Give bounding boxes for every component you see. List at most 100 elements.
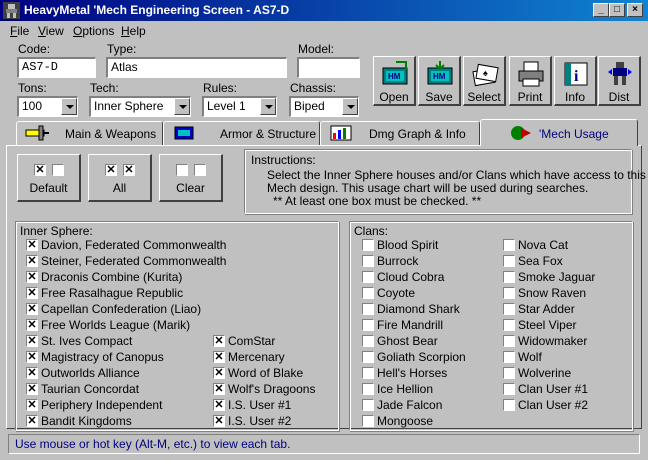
tab-main-weapons-label: Main & Weapons [65, 127, 157, 141]
tech-label: Tech: [90, 81, 119, 95]
checkbox[interactable] [362, 383, 374, 395]
info-button[interactable]: i Info [554, 56, 597, 106]
checkbox[interactable] [362, 271, 374, 283]
menu-options[interactable]: Options [73, 24, 114, 38]
checkbox[interactable] [362, 319, 374, 331]
default-button[interactable]: ✕ Default [17, 154, 81, 202]
checkbox[interactable] [362, 287, 374, 299]
checkbox-label: Taurian Concordat [41, 382, 140, 396]
chevron-down-icon[interactable] [260, 98, 276, 115]
tab-armor-structure-label: Armor & Structure [220, 127, 317, 141]
checkbox[interactable] [503, 255, 515, 267]
checkbox[interactable] [503, 351, 515, 363]
model-field[interactable] [297, 57, 360, 78]
checkbox-label: Jade Falcon [377, 398, 443, 412]
checkbox-icon [194, 164, 206, 176]
checkbox[interactable] [362, 351, 374, 363]
checkbox[interactable]: ✕ [26, 271, 38, 283]
checkbox[interactable] [362, 239, 374, 251]
checkbox[interactable]: ✕ [26, 303, 38, 315]
checkbox[interactable] [362, 335, 374, 347]
checkbox[interactable]: ✕ [26, 351, 38, 363]
rules-select[interactable]: Level 1 [202, 96, 277, 117]
checkbox[interactable]: ✕ [26, 239, 38, 251]
chassis-select[interactable]: Biped [289, 96, 359, 117]
open-button[interactable]: HM Open [373, 56, 416, 106]
menu-view[interactable]: View [38, 24, 64, 38]
minimize-button[interactable]: _ [593, 3, 609, 17]
instructions-line-1: Select the Inner Sphere houses and/or Cl… [267, 168, 646, 182]
checkbox[interactable]: ✕ [26, 367, 38, 379]
checkbox[interactable] [503, 287, 515, 299]
tech-select[interactable]: Inner Sphere [89, 96, 191, 117]
tab-mech-usage[interactable]: 'Mech Usage [480, 119, 638, 146]
close-button[interactable]: × [627, 3, 643, 17]
tab-main-weapons[interactable]: Main & Weapons [16, 121, 163, 145]
instructions-box: Instructions: Select the Inner Sphere ho… [244, 149, 646, 214]
title-bar[interactable]: HeavyMetal 'Mech Engineering Screen - AS… [0, 0, 648, 21]
checkbox[interactable]: ✕ [213, 367, 225, 379]
svg-text:♠: ♠ [483, 68, 488, 78]
status-bar: Use mouse or hot key (Alt-M, etc.) to vi… [8, 434, 640, 454]
instructions-heading: Instructions: [251, 153, 316, 167]
checkbox-label: Davion, Federated Commonwealth [41, 238, 227, 252]
checkbox[interactable] [503, 271, 515, 283]
checkbox[interactable] [362, 367, 374, 379]
checkbox[interactable]: ✕ [26, 335, 38, 347]
checkbox-label: Smoke Jaguar [518, 270, 596, 284]
checkbox[interactable] [362, 399, 374, 411]
checkbox[interactable] [503, 383, 515, 395]
code-field[interactable]: AS7-D [17, 57, 96, 78]
checkbox[interactable] [503, 335, 515, 347]
tab-armor-structure[interactable]: Armor & Structure [163, 121, 320, 145]
clans-heading: Clans: [354, 224, 389, 238]
checkbox[interactable] [503, 399, 515, 411]
chevron-down-icon[interactable] [174, 98, 190, 115]
checkbox[interactable] [362, 303, 374, 315]
checkbox[interactable] [362, 415, 374, 427]
checkbox[interactable]: ✕ [26, 383, 38, 395]
chevron-down-icon[interactable] [61, 98, 77, 115]
save-label: Save [425, 90, 453, 104]
printer-icon [518, 61, 544, 87]
checkbox[interactable] [362, 255, 374, 267]
clear-button[interactable]: Clear [159, 154, 223, 202]
checkbox-label: Steiner, Federated Commonwealth [41, 254, 227, 268]
type-field[interactable]: Atlas [106, 57, 287, 78]
save-button[interactable]: HM Save [418, 56, 461, 106]
checkbox-label: Magistracy of Canopus [41, 350, 164, 364]
clear-label: Clear [176, 181, 205, 195]
checkbox[interactable]: ✕ [26, 415, 38, 427]
checkbox[interactable]: ✕ [213, 399, 225, 411]
checkbox[interactable]: ✕ [26, 399, 38, 411]
checkbox[interactable]: ✕ [26, 319, 38, 331]
checkbox[interactable]: ✕ [213, 351, 225, 363]
checkbox-label: Clan User #2 [518, 398, 589, 412]
print-button[interactable]: Print [509, 56, 552, 106]
menu-help[interactable]: Help [121, 24, 146, 38]
checkbox[interactable]: ✕ [213, 383, 225, 395]
checkbox[interactable]: ✕ [26, 287, 38, 299]
checkbox[interactable] [503, 319, 515, 331]
menu-file[interactable]: File [10, 24, 29, 38]
tab-dmg-graph-label: Dmg Graph & Info [369, 127, 466, 141]
checkbox-label: Sea Fox [518, 254, 563, 268]
checkbox[interactable]: ✕ [26, 255, 38, 267]
code-label: Code: [18, 42, 51, 56]
chevron-down-icon[interactable] [342, 98, 358, 115]
checkbox[interactable] [503, 303, 515, 315]
checkbox-label: Goliath Scorpion [377, 350, 466, 364]
select-button[interactable]: ♠ Select [463, 56, 506, 106]
checkbox[interactable]: ✕ [213, 415, 225, 427]
tons-select[interactable]: 100 [17, 96, 78, 117]
checkbox-label: Ghost Bear [377, 334, 438, 348]
all-button[interactable]: ✕ ✕ All [88, 154, 152, 202]
checkbox-icon: ✕ [123, 164, 135, 176]
dist-button[interactable]: Dist [598, 56, 641, 106]
checkbox[interactable]: ✕ [213, 335, 225, 347]
mech-app-icon [3, 2, 20, 19]
tab-dmg-graph[interactable]: Dmg Graph & Info [320, 121, 480, 145]
checkbox[interactable] [503, 239, 515, 251]
checkbox[interactable] [503, 367, 515, 379]
maximize-button[interactable]: □ [609, 3, 625, 17]
